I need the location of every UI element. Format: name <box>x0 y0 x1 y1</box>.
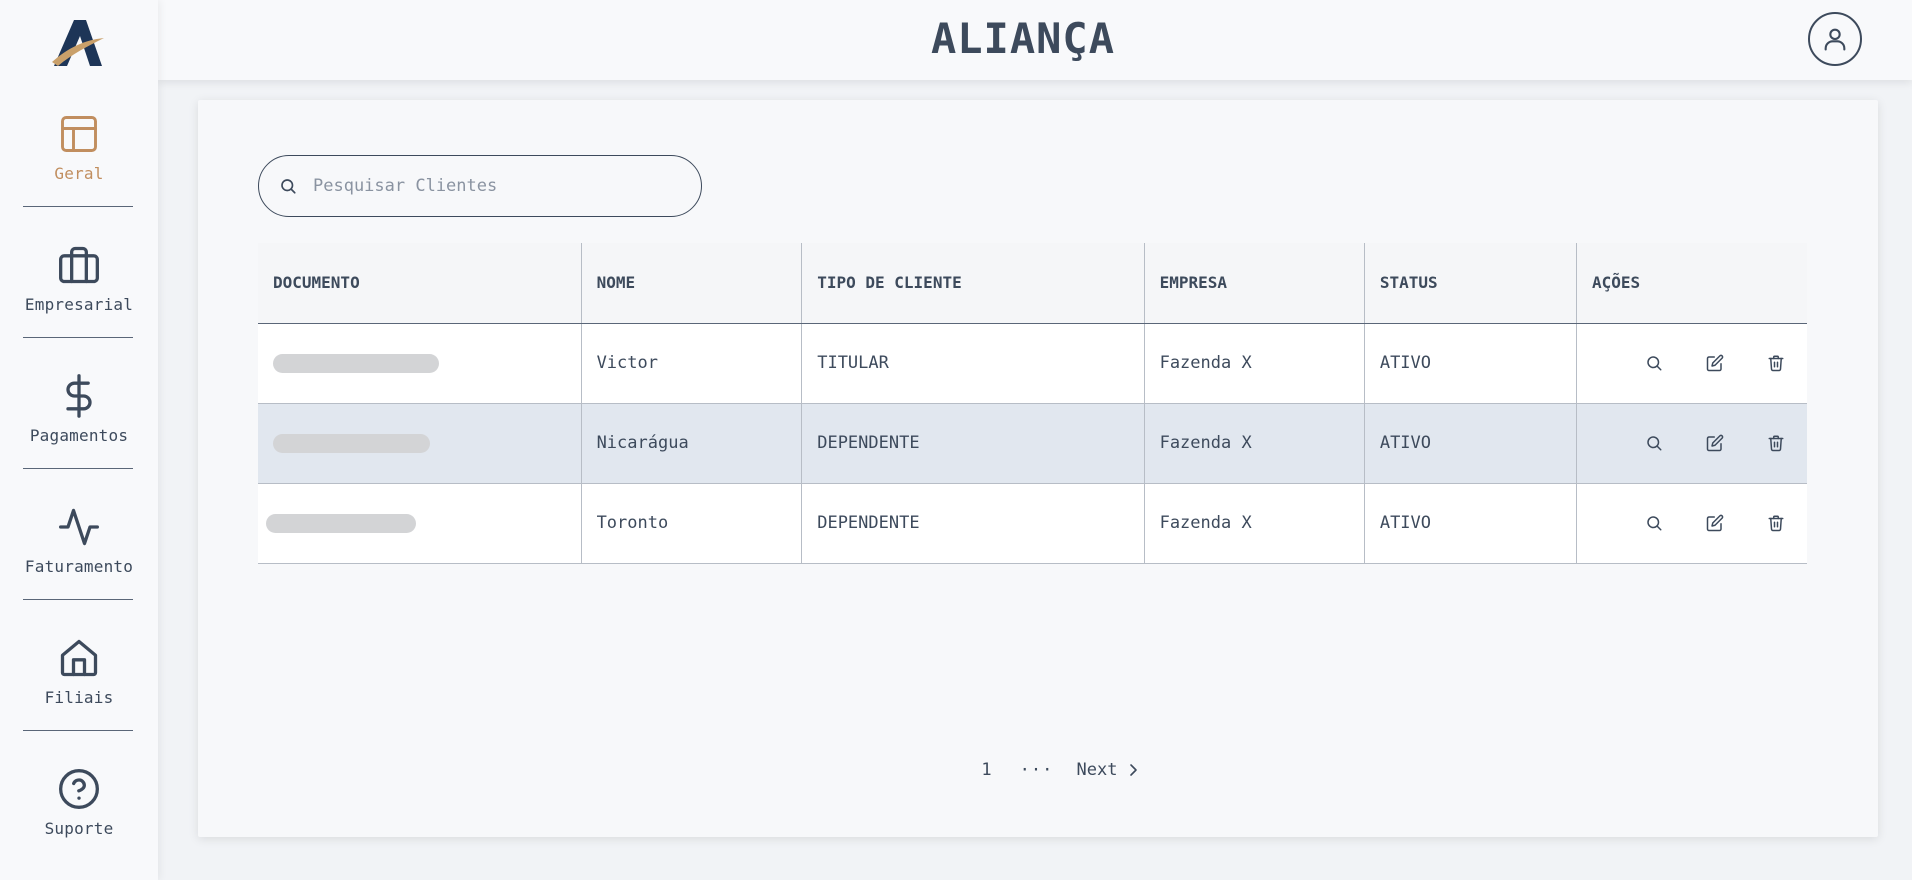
layout-icon <box>61 116 97 152</box>
cell-tipo: TITULAR <box>801 323 1145 403</box>
clients-card: DOCUMENTO NOME TIPO DE CLIENTE EMPRESA S… <box>198 100 1878 837</box>
sidebar-divider <box>23 599 133 600</box>
redacted-document <box>266 513 416 533</box>
top-header: ALIANÇA <box>158 0 1912 80</box>
search-icon <box>1647 356 1662 371</box>
cell-acoes <box>1575 483 1807 563</box>
edit-button[interactable] <box>1685 503 1746 543</box>
sidebar-item-suporte[interactable]: Suporte <box>0 767 158 838</box>
trash-icon <box>1768 355 1784 372</box>
edit-icon <box>1707 434 1724 452</box>
cell-empresa: Fazenda X <box>1143 403 1365 483</box>
redacted-document <box>273 433 430 453</box>
column-header-status[interactable]: STATUS <box>1363 243 1577 324</box>
search-input[interactable] <box>313 176 673 196</box>
sidebar-item-geral[interactable]: Geral <box>0 112 158 183</box>
page-ellipsis: ··· <box>1019 760 1054 780</box>
cell-empresa: Fazenda X <box>1143 483 1365 563</box>
sidebar-item-label: Suporte <box>44 819 114 838</box>
edit-button[interactable] <box>1685 343 1746 383</box>
app-title: ALIANÇA <box>930 14 1115 63</box>
cell-nome: Victor <box>580 323 802 403</box>
trash-icon <box>1768 515 1784 532</box>
cell-status: ATIVO <box>1363 483 1577 563</box>
app-logo[interactable] <box>50 18 106 68</box>
cell-status: ATIVO <box>1363 403 1577 483</box>
redacted-document <box>273 353 439 373</box>
cell-status: ATIVO <box>1363 323 1577 403</box>
table-row[interactable]: Toronto DEPENDENTE Fazenda X ATIVO <box>258 483 1807 563</box>
table-header-row: DOCUMENTO NOME TIPO DE CLIENTE EMPRESA S… <box>258 243 1807 324</box>
cell-acoes <box>1575 403 1807 483</box>
cell-tipo: DEPENDENTE <box>801 403 1145 483</box>
cell-tipo: DEPENDENTE <box>801 483 1145 563</box>
view-button[interactable] <box>1624 343 1685 383</box>
home-icon <box>60 639 98 677</box>
edit-icon <box>1707 514 1724 532</box>
clients-table: DOCUMENTO NOME TIPO DE CLIENTE EMPRESA S… <box>258 243 1807 564</box>
edit-button[interactable] <box>1685 423 1746 463</box>
column-header-acoes: AÇÕES <box>1575 243 1807 324</box>
column-header-documento[interactable]: DOCUMENTO <box>258 243 582 324</box>
sidebar-divider <box>23 730 133 731</box>
sidebar-item-faturamento[interactable]: Faturamento <box>0 505 158 576</box>
briefcase-icon <box>59 246 99 284</box>
delete-button[interactable] <box>1746 343 1807 383</box>
sidebar-item-label: Empresarial <box>24 295 134 314</box>
chevron-right-icon <box>1130 764 1138 776</box>
user-avatar-button[interactable] <box>1808 12 1862 66</box>
column-header-tipo[interactable]: TIPO DE CLIENTE <box>801 243 1145 324</box>
sidebar-item-label: Geral <box>54 164 104 183</box>
sidebar-item-label: Filiais <box>44 688 114 707</box>
sidebar: Geral Empresarial Pagamentos Faturamento… <box>0 0 158 880</box>
view-button[interactable] <box>1624 503 1685 543</box>
cell-acoes <box>1575 323 1807 403</box>
trash-icon <box>1768 435 1784 452</box>
delete-button[interactable] <box>1746 503 1807 543</box>
sidebar-item-empresarial[interactable]: Empresarial <box>0 243 158 314</box>
next-page-label: Next <box>1076 760 1118 780</box>
sidebar-divider <box>23 337 133 338</box>
edit-icon <box>1707 354 1724 372</box>
next-page-button[interactable]: Next <box>1077 760 1140 780</box>
table-row[interactable]: Victor TITULAR Fazenda X ATIVO <box>258 323 1807 403</box>
pagination: 1 ··· Next <box>198 760 1878 780</box>
cell-nome: Nicarágua <box>580 403 802 483</box>
search-icon <box>1647 436 1662 451</box>
sidebar-divider <box>23 206 133 207</box>
cell-documento <box>258 483 581 563</box>
table-row[interactable]: Nicarágua DEPENDENTE Fazenda X ATIVO <box>258 403 1807 483</box>
search-icon <box>1647 516 1662 531</box>
view-button[interactable] <box>1624 423 1685 463</box>
column-header-nome[interactable]: NOME <box>580 243 802 324</box>
activity-icon <box>59 508 99 546</box>
cell-documento <box>258 323 581 403</box>
cell-nome: Toronto <box>580 483 802 563</box>
help-circle-icon <box>59 769 99 809</box>
cell-empresa: Fazenda X <box>1143 323 1365 403</box>
search-icon <box>281 179 296 194</box>
sidebar-item-pagamentos[interactable]: Pagamentos <box>0 374 158 445</box>
sidebar-item-label: Faturamento <box>24 557 134 576</box>
column-header-empresa[interactable]: EMPRESA <box>1143 243 1365 324</box>
sidebar-item-label: Pagamentos <box>29 426 129 445</box>
sidebar-divider <box>23 468 133 469</box>
cell-documento <box>258 403 581 483</box>
page-number-button[interactable]: 1 <box>967 760 1007 780</box>
user-icon <box>1824 28 1846 51</box>
search-box[interactable] <box>258 155 702 217</box>
sidebar-item-filiais[interactable]: Filiais <box>0 636 158 707</box>
delete-button[interactable] <box>1746 423 1807 463</box>
dollar-icon <box>66 374 92 418</box>
